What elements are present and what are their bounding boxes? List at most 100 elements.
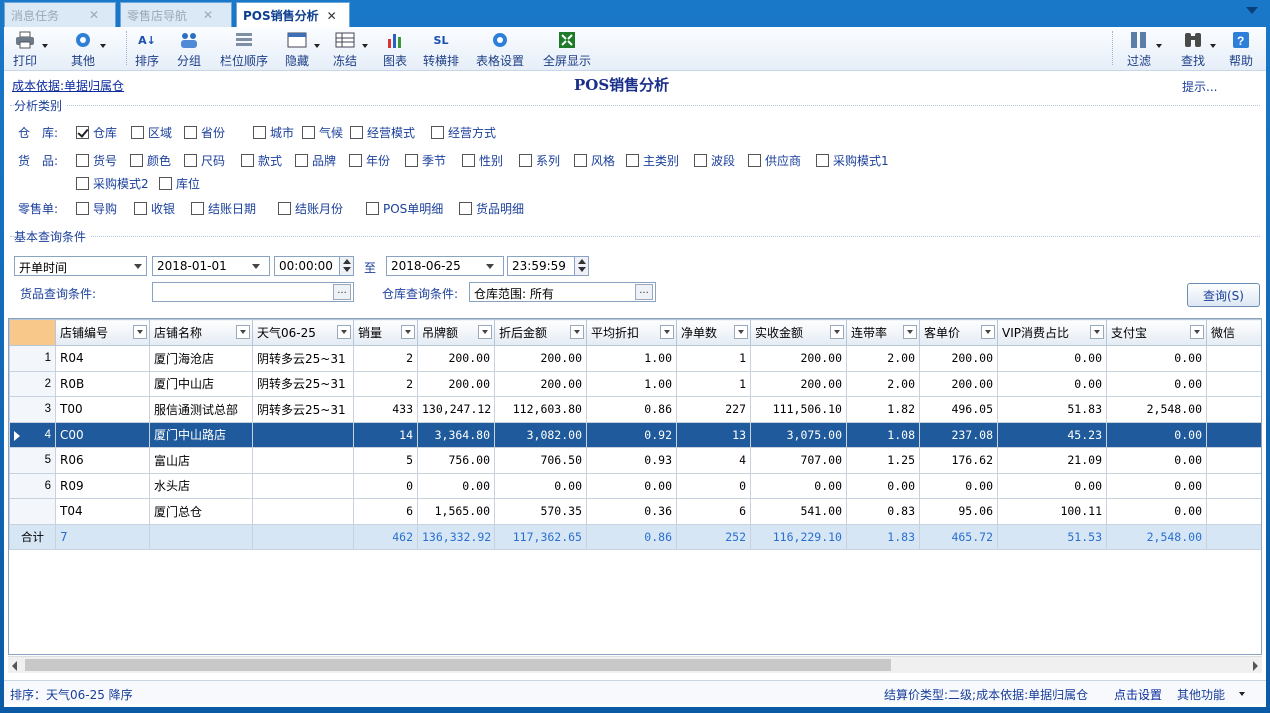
table-cell[interactable]: 富山店 xyxy=(149,447,253,474)
table-cell[interactable]: 21.09 xyxy=(997,447,1107,474)
checkbox-goods-1[interactable]: 颜色 xyxy=(130,152,171,169)
column-filter-icon[interactable] xyxy=(1090,325,1104,339)
column-header[interactable]: 折后金额 xyxy=(494,319,587,346)
close-icon[interactable]: ✕ xyxy=(89,8,99,22)
tab-list-dropdown-icon[interactable] xyxy=(1246,7,1258,14)
checkbox-box[interactable] xyxy=(302,126,315,139)
scrollbar-thumb[interactable] xyxy=(25,659,891,671)
checkbox-retail-4[interactable]: POS单明细 xyxy=(366,200,443,217)
checkbox-box[interactable] xyxy=(184,154,197,167)
freeze-button[interactable]: 冻结 xyxy=(330,29,368,69)
checkbox-goods-8[interactable]: 系列 xyxy=(519,152,560,169)
checkbox-retail-1[interactable]: 收银 xyxy=(134,200,175,217)
table-cell[interactable]: 水头店 xyxy=(149,472,253,499)
table-cell[interactable]: 0.36 xyxy=(586,498,677,525)
checkbox-box[interactable] xyxy=(459,202,472,215)
table-cell[interactable]: 4 xyxy=(676,447,751,474)
table-cell[interactable]: 0.93 xyxy=(586,447,677,474)
other-button[interactable]: 其他 xyxy=(68,29,106,69)
checkbox-goods-3[interactable]: 款式 xyxy=(241,152,282,169)
table-cell[interactable]: 0.83 xyxy=(846,498,920,525)
checkbox-warehouse-5[interactable]: 经营模式 xyxy=(350,124,415,141)
checkbox-goods-7[interactable]: 性别 xyxy=(462,152,503,169)
table-cell[interactable] xyxy=(252,472,354,499)
checkbox-box[interactable] xyxy=(130,154,143,167)
table-row[interactable]: 6 R09 水头店 0 0.00 0.00 0.00 0 0.00 0.00 0.00 0.00 0.0… xyxy=(9,472,1261,499)
table-cell[interactable]: 95.06 xyxy=(919,498,998,525)
checkbox-box[interactable] xyxy=(159,177,172,190)
row-number[interactable]: 1 xyxy=(9,345,56,372)
checkbox-box[interactable] xyxy=(574,154,587,167)
table-cell[interactable] xyxy=(252,498,354,525)
column-filter-icon[interactable] xyxy=(236,325,250,339)
table-cell[interactable]: 237.08 xyxy=(919,421,998,448)
checkbox-goods-15[interactable]: 库位 xyxy=(159,175,200,192)
table-cell[interactable]: 服信通测试总部 xyxy=(149,396,253,423)
checkbox-box[interactable] xyxy=(76,154,89,167)
row-number[interactable]: 6 xyxy=(9,472,56,499)
table-cell[interactable]: C00 xyxy=(55,421,150,448)
column-header[interactable]: 吊牌额 xyxy=(417,319,495,346)
column-filter-icon[interactable] xyxy=(478,325,492,339)
table-cell[interactable]: 阴转多云25~31 xyxy=(252,370,354,397)
checkbox-box[interactable] xyxy=(295,154,308,167)
chevron-down-icon[interactable] xyxy=(130,257,146,275)
horizontal-scrollbar[interactable] xyxy=(8,656,1262,673)
table-cell[interactable]: 14 xyxy=(353,421,418,448)
column-filter-icon[interactable] xyxy=(1190,325,1204,339)
sort-button[interactable]: A↓ 排序 xyxy=(132,29,162,69)
table-cell[interactable]: 0.00 xyxy=(997,345,1107,372)
column-filter-icon[interactable] xyxy=(981,325,995,339)
column-filter-icon[interactable] xyxy=(337,325,351,339)
checkbox-box[interactable] xyxy=(462,154,475,167)
table-cell[interactable] xyxy=(1206,472,1261,499)
table-cell[interactable]: 0 xyxy=(353,472,418,499)
tab-messages[interactable]: 消息任务 ✕ xyxy=(4,2,116,27)
table-cell[interactable]: R09 xyxy=(55,472,150,499)
checkbox-box[interactable] xyxy=(626,154,639,167)
table-cell[interactable]: 200.00 xyxy=(417,345,495,372)
checkbox-goods-11[interactable]: 波段 xyxy=(694,152,735,169)
checkbox-warehouse-0[interactable]: 仓库 xyxy=(76,124,117,141)
table-cell[interactable]: 756.00 xyxy=(417,447,495,474)
table-cell[interactable]: 541.00 xyxy=(750,498,847,525)
table-cell[interactable]: 0.00 xyxy=(997,370,1107,397)
column-filter-icon[interactable] xyxy=(401,325,415,339)
table-cell[interactable]: 阴转多云25~31 xyxy=(252,396,354,423)
table-cell[interactable] xyxy=(252,447,354,474)
table-cell[interactable]: 570.35 xyxy=(494,498,587,525)
find-button[interactable]: 查找 xyxy=(1178,29,1216,69)
table-cell[interactable] xyxy=(1206,345,1261,372)
column-header[interactable]: 实收金额 xyxy=(750,319,847,346)
checkbox-box[interactable] xyxy=(184,126,197,139)
table-cell[interactable]: 200.00 xyxy=(494,370,587,397)
table-cell[interactable]: 厦门中山路店 xyxy=(149,421,253,448)
close-icon[interactable]: ✕ xyxy=(203,8,213,22)
print-button[interactable]: 打印 xyxy=(10,29,48,69)
table-cell[interactable]: 433 xyxy=(353,396,418,423)
table-cell[interactable]: 100.11 xyxy=(997,498,1107,525)
row-number[interactable]: 3 xyxy=(9,396,56,423)
table-cell[interactable]: 130,247.12 xyxy=(417,396,495,423)
checkbox-goods-2[interactable]: 尺码 xyxy=(184,152,225,169)
checkbox-box[interactable] xyxy=(76,202,89,215)
table-cell[interactable]: 706.50 xyxy=(494,447,587,474)
close-icon[interactable]: ✕ xyxy=(327,9,337,23)
table-cell[interactable]: 496.05 xyxy=(919,396,998,423)
table-cell[interactable]: 1.00 xyxy=(586,345,677,372)
checkbox-box[interactable] xyxy=(131,126,144,139)
checkbox-retail-5[interactable]: 货品明细 xyxy=(459,200,524,217)
table-settings-button[interactable]: 表格设置 xyxy=(472,29,528,69)
table-cell[interactable] xyxy=(1206,396,1261,423)
table-cell[interactable]: 阴转多云25~31 xyxy=(252,345,354,372)
table-cell[interactable]: 45.23 xyxy=(997,421,1107,448)
table-cell[interactable]: 0.00 xyxy=(919,472,998,499)
table-row[interactable]: 4 C00 厦门中山路店 14 3,364.80 3,082.00 0.92 13 3,075.… xyxy=(9,421,1261,448)
table-cell[interactable]: 6 xyxy=(676,498,751,525)
checkbox-box[interactable] xyxy=(76,126,89,139)
table-cell[interactable]: 200.00 xyxy=(750,345,847,372)
table-cell[interactable]: 3,364.80 xyxy=(417,421,495,448)
table-cell[interactable]: 13 xyxy=(676,421,751,448)
checkbox-warehouse-4[interactable]: 气候 xyxy=(302,124,343,141)
checkbox-box[interactable] xyxy=(694,154,707,167)
